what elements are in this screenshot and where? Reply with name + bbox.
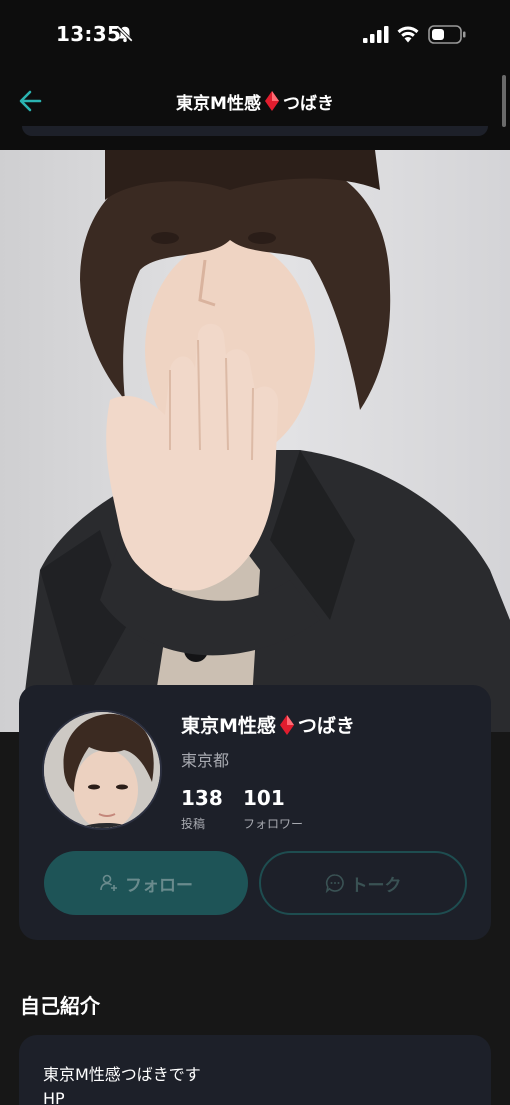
follow-button-label: フォロー: [125, 875, 193, 896]
top-app-bar: 東京M性感 つばき: [0, 70, 510, 132]
chat-bubble-icon: [325, 874, 344, 893]
talk-button-label: トーク: [350, 875, 402, 896]
wifi-icon: [397, 26, 419, 43]
page-title: 東京M性感 つばき: [0, 70, 510, 132]
bio-card: 東京M性感つばきです HP: [19, 1035, 491, 1105]
red-diamond-icon: [264, 91, 279, 111]
cellular-signal-icon: [363, 26, 389, 43]
status-bar: 13:35: [0, 0, 510, 70]
page-title-name: 東京M性感: [176, 93, 261, 114]
profile-name-suffix: つばき: [297, 715, 355, 737]
bell-off-icon: [117, 26, 133, 43]
battery-icon: [428, 25, 466, 44]
profile-card: 東京M性感 つばき 東京都 138 投稿 101 フォロワー フォロー トーク: [19, 685, 491, 940]
bio-line-2: HP: [43, 1089, 65, 1105]
bio-line-1: 東京M性感つばきです: [43, 1065, 201, 1084]
profile-name-text: 東京M性感: [181, 715, 276, 737]
bio-section-title: 自己紹介: [20, 994, 100, 1018]
posts-label: 投稿: [181, 817, 206, 831]
followers-label: フォロワー: [243, 817, 304, 831]
talk-button[interactable]: トーク: [259, 851, 467, 915]
status-time: 13:35: [56, 22, 122, 46]
add-user-icon: [100, 874, 117, 891]
collapsed-card-edge: [22, 126, 488, 136]
follow-button[interactable]: フォロー: [44, 851, 248, 915]
followers-count[interactable]: 101: [243, 786, 285, 810]
profile-name: 東京M性感 つばき: [181, 711, 355, 738]
profile-cover-photo: [0, 150, 510, 732]
avatar[interactable]: [42, 710, 162, 830]
page-title-suffix: つばき: [282, 93, 334, 114]
scrollbar-thumb[interactable]: [502, 75, 506, 127]
profile-location: 東京都: [181, 751, 230, 770]
posts-count[interactable]: 138: [181, 786, 223, 810]
red-diamond-icon: [279, 714, 294, 735]
